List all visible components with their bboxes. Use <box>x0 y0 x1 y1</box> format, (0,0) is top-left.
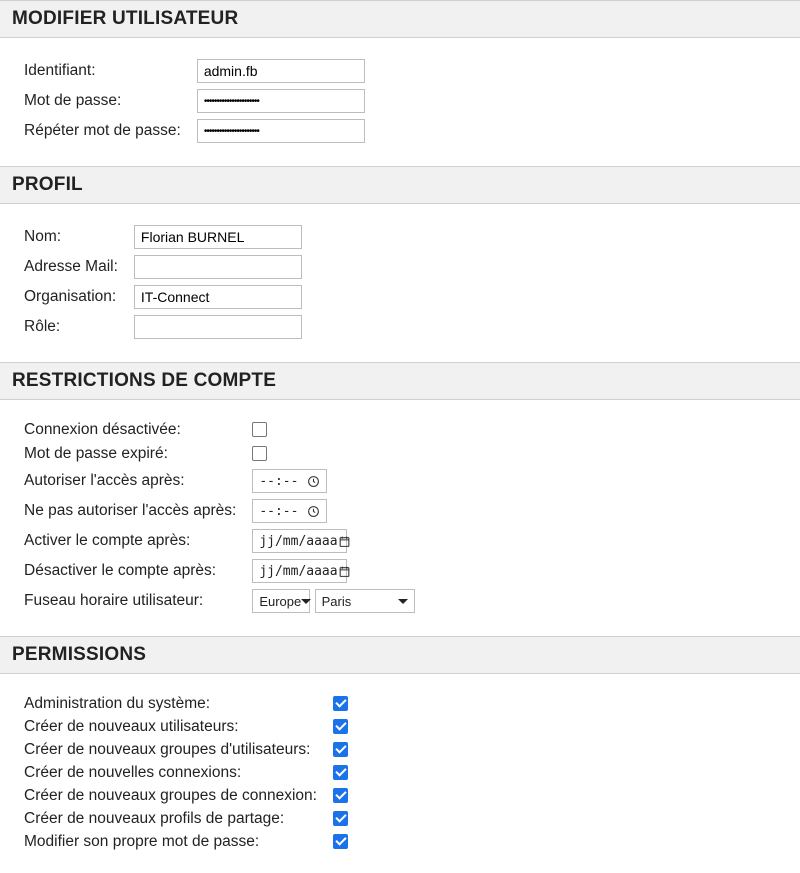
section-header-permissions: PERMISSIONS <box>0 636 800 674</box>
disable-after-label: Désactiver le compte après: <box>20 556 248 586</box>
perm-checkbox-create-connections[interactable] <box>333 765 348 780</box>
perm-checkbox-change-own-password[interactable] <box>333 834 348 849</box>
tz-label: Fuseau horaire utilisateur: <box>20 586 248 616</box>
section-header-edit-user: MODIFIER UTILISATEUR <box>0 0 800 38</box>
password-label: Mot de passe: <box>20 86 193 116</box>
perm-checkbox-create-user-groups[interactable] <box>333 742 348 757</box>
perm-checkbox-system-admin[interactable] <box>333 696 348 711</box>
chevron-down-icon <box>398 599 408 604</box>
name-label: Nom: <box>20 222 130 252</box>
enable-after-label: Activer le compte après: <box>20 526 248 556</box>
clock-icon <box>307 475 320 488</box>
perm-label: Administration du système: <box>20 692 329 715</box>
org-label: Organisation: <box>20 282 130 312</box>
allow-after-time-input[interactable]: --:-- <box>252 469 327 493</box>
tz-region-select[interactable]: Europe <box>252 589 310 613</box>
role-input[interactable] <box>134 315 302 339</box>
perm-label: Créer de nouveaux groupes d'utilisateurs… <box>20 738 329 761</box>
permissions-table: Administration du système: Créer de nouv… <box>20 692 352 853</box>
clock-icon <box>307 505 320 518</box>
identifier-label: Identifiant: <box>20 56 193 86</box>
perm-label: Créer de nouveaux groupes de connexion: <box>20 784 329 807</box>
perm-label: Créer de nouvelles connexions: <box>20 761 329 784</box>
perm-label: Créer de nouveaux utilisateurs: <box>20 715 329 738</box>
perm-checkbox-create-share-profiles[interactable] <box>333 811 348 826</box>
tz-city-value: Paris <box>322 594 352 609</box>
name-input[interactable] <box>134 225 302 249</box>
section-body-restrictions: Connexion désactivée: Mot de passe expir… <box>0 400 800 636</box>
disallow-after-time-input[interactable]: --:-- <box>252 499 327 523</box>
perm-label: Créer de nouveaux profils de partage: <box>20 807 329 830</box>
perm-checkbox-create-users[interactable] <box>333 719 348 734</box>
disable-after-date-input[interactable]: jj/mm/aaaa <box>252 559 347 583</box>
password-repeat-input[interactable] <box>197 119 365 143</box>
perm-label: Modifier son propre mot de passe: <box>20 830 329 853</box>
section-header-profile: PROFIL <box>0 166 800 204</box>
section-body-edit-user: Identifiant: Mot de passe: Répéter mot d… <box>0 38 800 166</box>
calendar-icon <box>338 535 351 548</box>
pw-expired-label: Mot de passe expiré: <box>20 442 248 466</box>
role-label: Rôle: <box>20 312 130 342</box>
disable-after-date-value: jj/mm/aaaa <box>259 564 337 579</box>
perm-checkbox-create-connection-groups[interactable] <box>333 788 348 803</box>
org-input[interactable] <box>134 285 302 309</box>
password-repeat-label: Répéter mot de passe: <box>20 116 193 146</box>
identifier-input[interactable] <box>197 59 365 83</box>
chevron-down-icon <box>301 599 311 604</box>
pw-expired-checkbox[interactable] <box>252 446 267 461</box>
disallow-after-label: Ne pas autoriser l'accès après: <box>20 496 248 526</box>
enable-after-date-input[interactable]: jj/mm/aaaa <box>252 529 347 553</box>
login-disabled-checkbox[interactable] <box>252 422 267 437</box>
enable-after-date-value: jj/mm/aaaa <box>259 534 337 549</box>
disallow-after-time-value: --:-- <box>259 504 298 519</box>
login-disabled-label: Connexion désactivée: <box>20 418 248 442</box>
calendar-icon <box>338 565 351 578</box>
password-input[interactable] <box>197 89 365 113</box>
section-header-restrictions: RESTRICTIONS DE COMPTE <box>0 362 800 400</box>
tz-city-select[interactable]: Paris <box>315 589 415 613</box>
section-body-permissions: Administration du système: Créer de nouv… <box>0 674 800 873</box>
section-body-profile: Nom: Adresse Mail: Organisation: Rôle: <box>0 204 800 362</box>
mail-label: Adresse Mail: <box>20 252 130 282</box>
tz-region-value: Europe <box>259 594 301 609</box>
allow-after-time-value: --:-- <box>259 474 298 489</box>
allow-after-label: Autoriser l'accès après: <box>20 466 248 496</box>
mail-input[interactable] <box>134 255 302 279</box>
